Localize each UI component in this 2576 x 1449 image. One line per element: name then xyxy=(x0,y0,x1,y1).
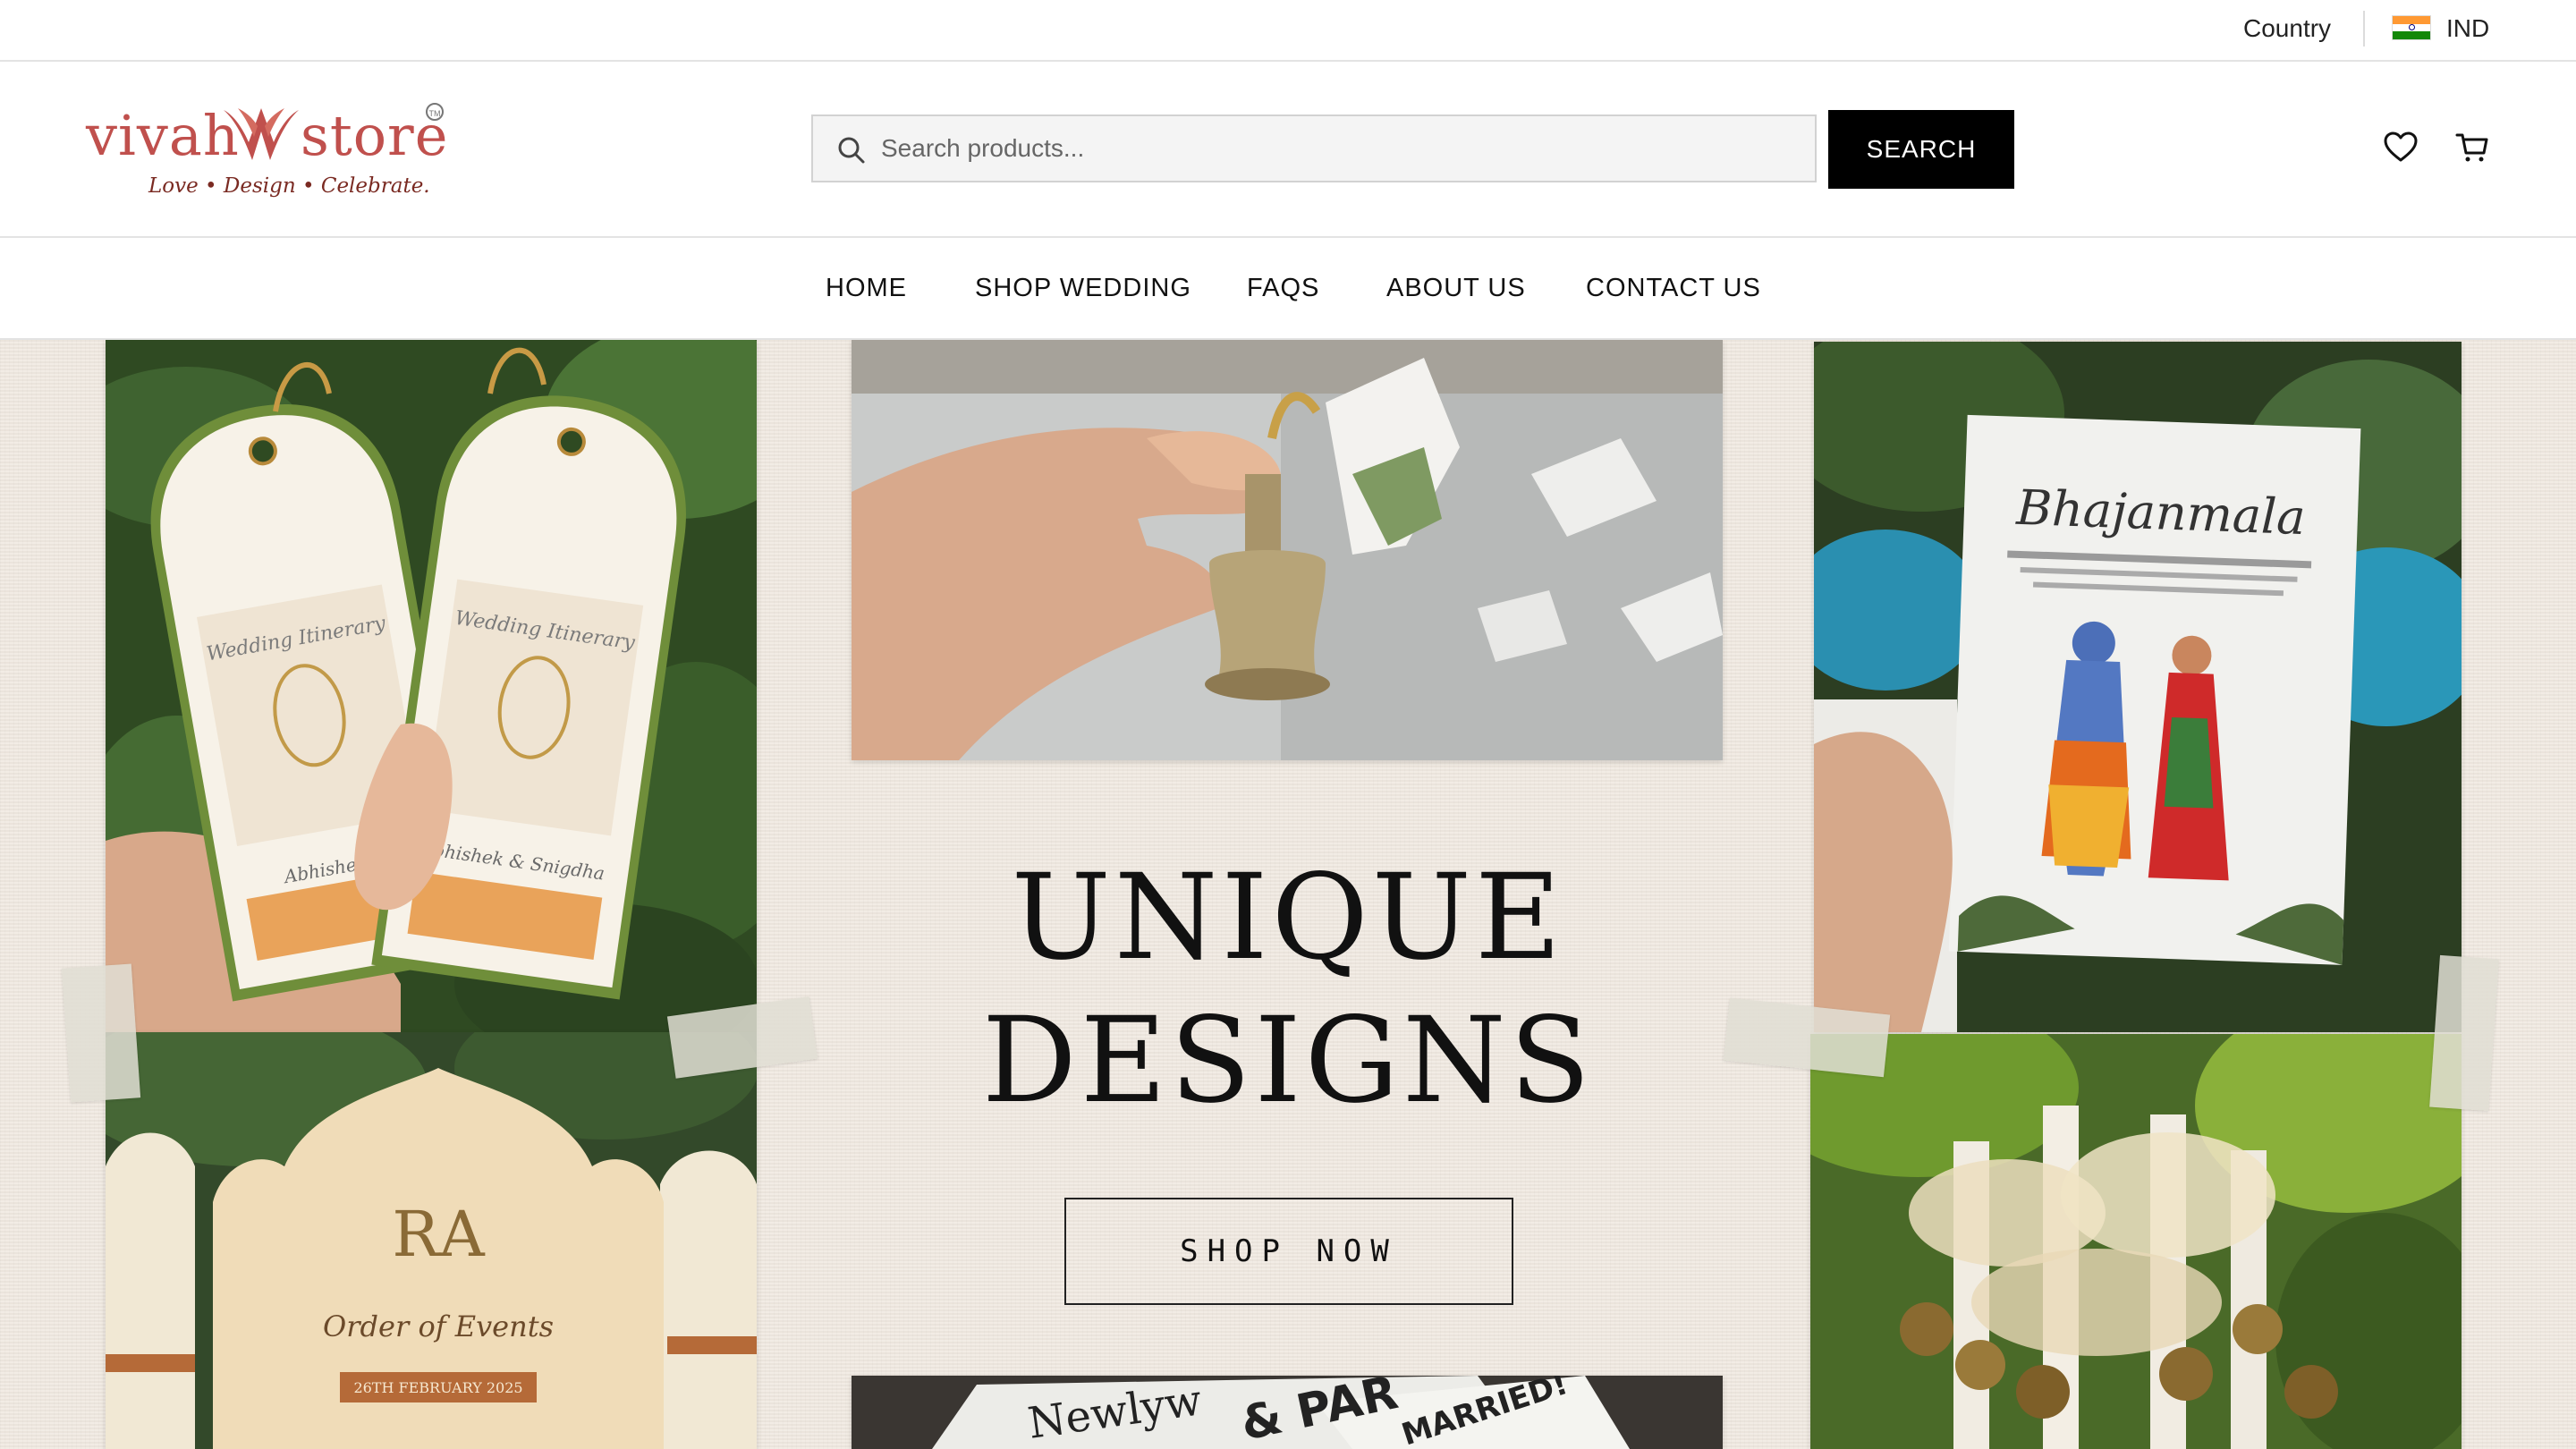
search-input[interactable] xyxy=(881,116,1793,181)
tape-decoration xyxy=(61,963,141,1103)
search-button[interactable]: SEARCH xyxy=(1828,110,2014,189)
shop-now-button[interactable]: SHOP NOW xyxy=(1064,1198,1513,1305)
photo-order-of-events: RA Order of Events 26TH FEBRUARY 2025 xyxy=(106,1032,757,1449)
photo-wedding-itinerary-tags: Wedding Itinerary Abhishek & Wedding Iti… xyxy=(106,340,757,1032)
logo-word-vivah: vivah xyxy=(86,103,240,168)
svg-text:RA: RA xyxy=(392,1198,486,1271)
site-header: vivah store TM Love • Design • Celebrate… xyxy=(0,62,2576,238)
main-nav: HOME SHOP WEDDING FAQS ABOUT US CONTACT … xyxy=(0,238,2576,340)
search-icon xyxy=(838,137,865,164)
tape-decoration xyxy=(2429,954,2499,1112)
search-bar xyxy=(811,114,1817,182)
topbar-divider xyxy=(2363,11,2365,47)
trademark-badge: TM xyxy=(426,103,444,121)
country-selector[interactable]: IND xyxy=(2446,14,2489,43)
nav-item-home[interactable]: HOME xyxy=(826,274,907,303)
photo-scroll-favors xyxy=(1810,1034,2462,1449)
hero-title-line-2: DESIGNS xyxy=(981,992,1595,1130)
nav-item-contact-us[interactable]: CONTACT US xyxy=(1586,274,1761,303)
nav-item-shop-wedding[interactable]: SHOP WEDDING xyxy=(975,274,1191,303)
nav-item-faqs[interactable]: FAQS xyxy=(1247,274,1319,303)
brand-logo[interactable]: vivah store TM Love • Design • Celebrate… xyxy=(86,103,453,201)
top-bar: Country IND xyxy=(0,0,2576,62)
photo-newspaper-invite: Newlyw & PAR MARRIED! xyxy=(852,1376,1723,1449)
brand-tagline: Love • Design • Celebrate. xyxy=(148,174,430,198)
hero-title-line-1: UNIQUE xyxy=(1011,849,1565,987)
photo-bhajanmala-booklet: Bhajanmala xyxy=(1814,342,2462,1032)
cart-icon[interactable] xyxy=(2454,130,2490,165)
bhajanmala-title: Bhajanmala xyxy=(2014,479,2306,546)
india-flag-icon[interactable] xyxy=(2392,15,2431,40)
heart-icon[interactable] xyxy=(2383,130,2419,165)
country-label: Country xyxy=(2243,14,2332,42)
lotus-logo-icon xyxy=(224,108,299,160)
order-of-events-title: Order of Events xyxy=(323,1309,554,1343)
hero-banner: Wedding Itinerary Abhishek & Wedding Iti… xyxy=(0,340,2576,1449)
order-of-events-date: 26TH FEBRUARY 2025 xyxy=(353,1379,522,1396)
nav-item-about-us[interactable]: ABOUT US xyxy=(1386,274,1526,303)
photo-bell-favor xyxy=(852,340,1723,760)
